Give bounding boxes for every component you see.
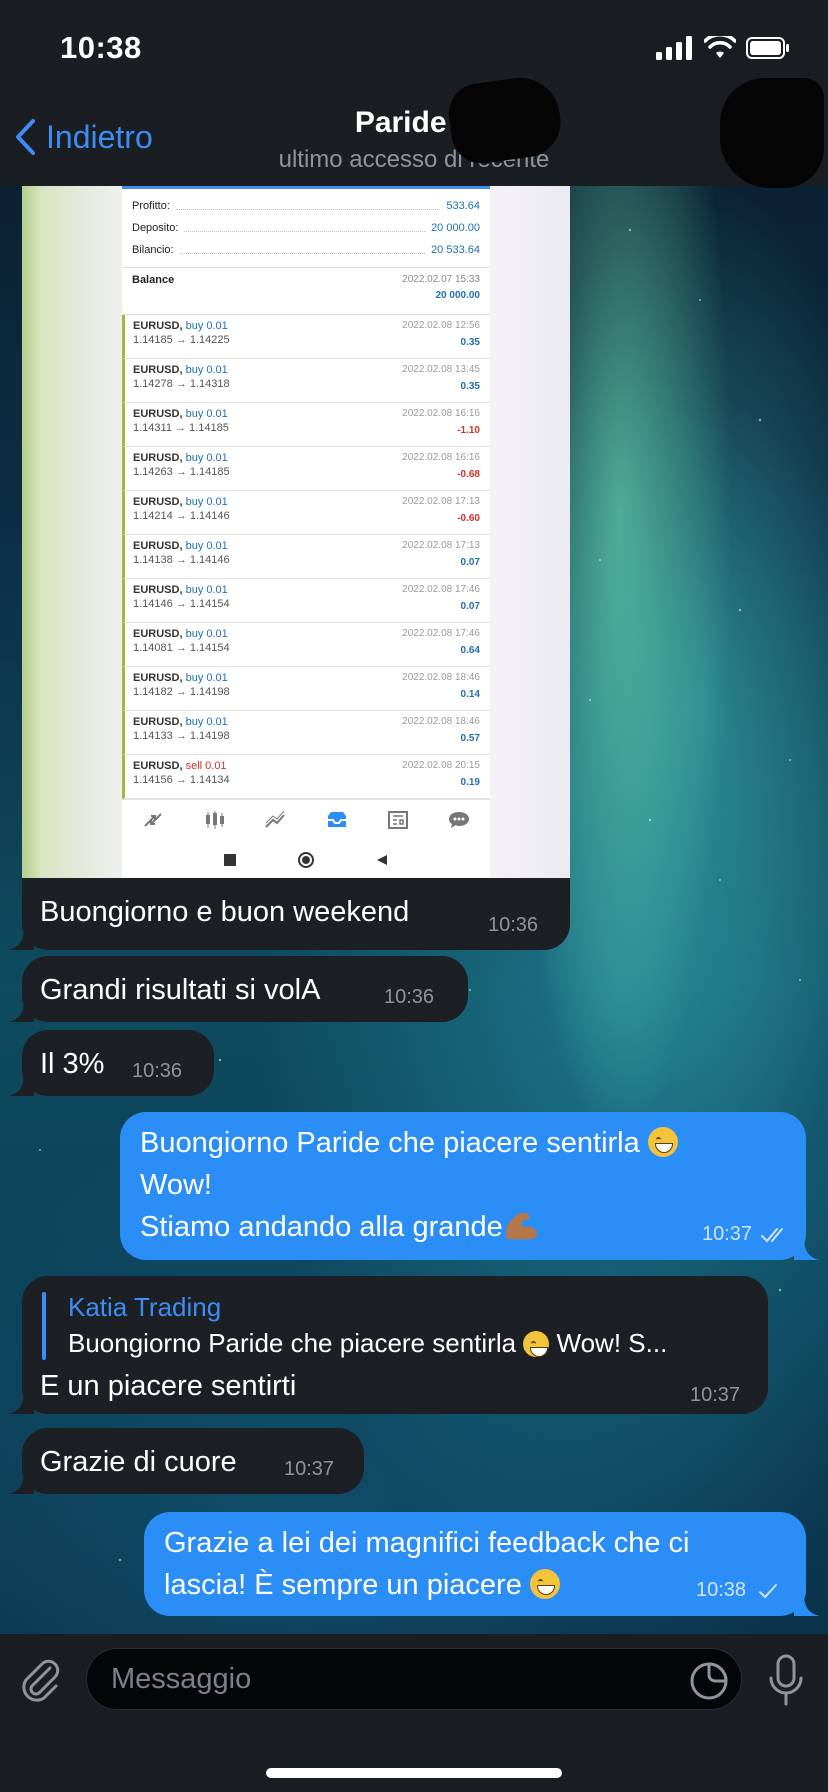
attachment-icon[interactable] xyxy=(20,1658,62,1704)
status-bar: 10:38 xyxy=(0,0,828,96)
incoming-reply-message[interactable]: Katia Trading Buongiorno Paride che piac… xyxy=(22,1276,768,1414)
status-icons xyxy=(656,36,790,60)
summary-row: Profitto: 533.64 xyxy=(132,200,480,212)
trade-row: EURUSD, buy 0.01 1.14146 → 1.14154 2022.02… xyxy=(122,579,490,623)
bubble-tail xyxy=(8,1000,34,1022)
app-tab-bar xyxy=(122,799,490,839)
outgoing-message[interactable]: Grazie a lei dei magnifici feedback che … xyxy=(144,1512,806,1616)
trading-history-screen: Profitto: 533.64 Deposito: 20 000.00 Bilan… xyxy=(122,186,490,878)
chat-icon xyxy=(449,811,470,828)
summary-row: Deposito: 20 000.00 xyxy=(132,222,480,234)
trade-row: EURUSD, buy 0.01 1.14214 → 1.14146 2022.02… xyxy=(122,491,490,535)
shared-screenshot-image[interactable]: Profitto: 533.64 Deposito: 20 000.00 Bilan… xyxy=(22,186,570,878)
incoming-message[interactable]: Il 3% 10:36 xyxy=(22,1030,214,1096)
home-indicator[interactable] xyxy=(266,1768,562,1778)
grinning-emoji-icon xyxy=(529,1569,560,1599)
bubble-tail xyxy=(8,1472,34,1494)
reply-quote-bar xyxy=(42,1292,46,1360)
message-time: 10:36 xyxy=(384,986,435,1008)
signal-icon xyxy=(656,36,692,60)
trade-row: EURUSD, buy 0.01 1.14138 → 1.14146 2022.02… xyxy=(122,535,490,579)
bubble-tail xyxy=(794,1594,820,1616)
message-time: 10:37 xyxy=(690,1384,741,1406)
history-icon xyxy=(327,811,346,827)
android-nav-bar xyxy=(122,839,490,878)
incoming-message[interactable]: Grandi risultati si volA 10:36 xyxy=(22,956,468,1022)
flexed-biceps-emoji-icon xyxy=(506,1212,537,1240)
trade-row: EURUSD, buy 0.01 1.14263 → 1.14185 2022.02… xyxy=(122,447,490,491)
outgoing-message[interactable]: Buongiorno Paride che piacere sentirla W… xyxy=(120,1112,806,1260)
quotes-icon xyxy=(143,812,162,827)
grinning-emoji-icon xyxy=(647,1127,678,1157)
trade-row: EURUSD, buy 0.01 1.14185 → 1.14225 2022.02… xyxy=(122,315,490,359)
status-time: 10:38 xyxy=(60,30,142,65)
bubble-tail xyxy=(8,928,34,950)
back-triangle-icon xyxy=(377,855,387,865)
bubble-tail xyxy=(8,1074,34,1096)
contact-name[interactable]: Paride T xyxy=(0,106,828,140)
trade-icon xyxy=(265,810,286,828)
double-check-icon xyxy=(761,1228,783,1243)
bubble-tail xyxy=(8,1392,34,1414)
message-time: 10:36 xyxy=(488,914,539,936)
grinning-emoji-icon xyxy=(523,1331,550,1357)
contact-status: ultimo accesso di recente xyxy=(278,146,550,173)
trade-row: EURUSD, buy 0.01 1.14311 → 1.14185 2022.02… xyxy=(122,403,490,447)
chat-header: Indietro Paride T ultimo accesso di rece… xyxy=(0,96,828,186)
balance-row: Balance 2022.02.07 15:33 20 000.00 xyxy=(122,267,490,315)
message-time: 10:37 xyxy=(702,1223,753,1245)
microphone-icon[interactable] xyxy=(766,1654,806,1706)
message-time: 10:37 xyxy=(284,1458,335,1480)
message-time: 10:36 xyxy=(132,1060,183,1082)
trade-list: EURUSD, buy 0.01 1.14185 → 1.14225 2022.02… xyxy=(122,315,490,799)
avatar[interactable] xyxy=(720,78,824,188)
battery-icon xyxy=(746,37,789,59)
trade-row: EURUSD, sell 0.01 1.14156 → 1.14134 2022.0… xyxy=(122,755,490,799)
recent-apps-icon xyxy=(224,854,236,866)
message-time: 10:38 xyxy=(696,1579,747,1601)
single-check-icon xyxy=(759,1584,777,1599)
message-input[interactable]: Messaggio xyxy=(86,1648,742,1710)
trade-row: EURUSD, buy 0.01 1.14081 → 1.14154 2022.02… xyxy=(122,623,490,667)
trade-row: EURUSD, buy 0.01 1.14182 → 1.14198 2022.02… xyxy=(122,667,490,711)
incoming-message[interactable]: Grazie di cuore 10:37 xyxy=(22,1428,364,1494)
trade-row: EURUSD, buy 0.01 1.14278 → 1.14318 2022.02… xyxy=(122,359,490,403)
summary-row: Bilancio: 20 533.64 xyxy=(132,244,480,256)
sticker-icon[interactable] xyxy=(689,1661,729,1701)
trade-row: EURUSD, buy 0.01 1.14133 → 1.14198 2022.02… xyxy=(122,711,490,755)
reply-author: Katia Trading xyxy=(68,1292,222,1322)
bubble-tail xyxy=(794,1238,820,1260)
home-icon xyxy=(298,852,314,868)
wifi-icon xyxy=(704,36,736,58)
news-icon xyxy=(387,810,408,829)
reply-preview: Buongiorno Paride che piacere sentirla W… xyxy=(68,1328,668,1358)
candles-icon xyxy=(205,810,224,829)
incoming-message-caption[interactable]: Buongiorno e buon weekend 10:36 xyxy=(22,878,570,950)
